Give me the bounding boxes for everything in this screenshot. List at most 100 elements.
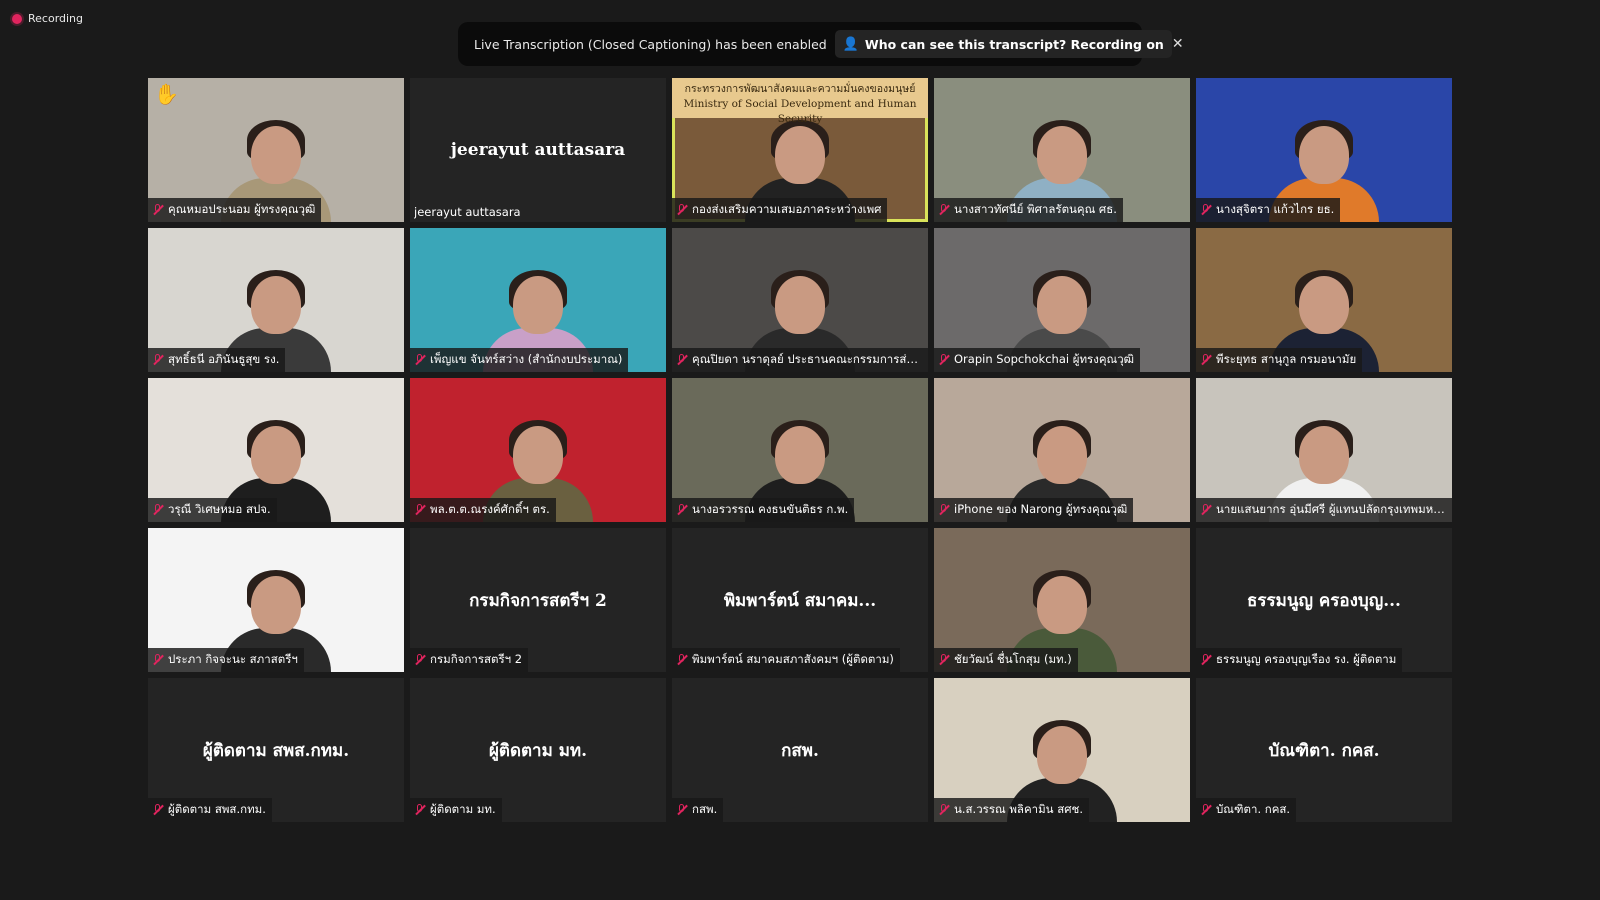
mic-muted-icon — [938, 354, 950, 366]
participant-tile[interactable]: กระทรวงการพัฒนาสังคมและความมั่นคงของมนุษ… — [672, 78, 928, 222]
participant-tile[interactable]: ผู้ติดตาม สพส.กทม. ผู้ติดตาม สพส.กทม. — [148, 678, 404, 822]
mic-muted-icon — [938, 204, 950, 216]
participant-name-text: พีระยุทธ สานุกูล กรมอนามัย — [1216, 352, 1357, 366]
participant-name-label: jeerayut auttasara — [410, 202, 527, 222]
mic-muted-icon — [414, 354, 426, 366]
participant-name-label: Orapin Sopchokchai ผู้ทรงคุณวุฒิ — [934, 348, 1141, 372]
participant-name-label: บัณฑิตา. กคส. — [1196, 798, 1297, 822]
raised-hand-icon: ✋ — [154, 82, 179, 106]
participant-name-text: พล.ต.ต.ณรงค์ศักดิ์ฯ ตร. — [430, 502, 550, 516]
participant-tile[interactable]: กรมกิจการสตรีฯ 2 กรมกิจการสตรีฯ 2 — [410, 528, 666, 672]
mic-muted-icon — [152, 654, 164, 666]
participant-tile[interactable]: iPhone ของ Narong ผู้ทรงคุณวุฒิ — [934, 378, 1190, 522]
participant-name-text: ผู้ติดตาม สพส.กทม. — [168, 802, 266, 816]
participant-tile[interactable]: พิมพาร์ตน์ สมาคม... พิมพาร์ตน์ สมาคมสภาสั… — [672, 528, 928, 672]
mic-muted-icon — [676, 504, 688, 516]
participant-tile[interactable]: นางสาวทัศนีย์ พิศาลรัตนคุณ ศธ. — [934, 78, 1190, 222]
mic-muted-icon — [938, 804, 950, 816]
participant-tile[interactable]: นางสุจิตรา แก้วไกร ยธ. — [1196, 78, 1452, 222]
participant-name-text: นางสุจิตรา แก้วไกร ยธ. — [1216, 202, 1335, 216]
participant-tile[interactable]: ✋ คุณหมอประนอม ผู้ทรงคุณวุฒิ — [148, 78, 404, 222]
participant-name-label: กองส่งเสริมความเสมอภาคระหว่างเพศ — [672, 198, 888, 222]
participant-name-text: ชัยวัฒน์ ชื่นโกสุม (มท.) — [954, 652, 1072, 666]
mic-muted-icon — [676, 204, 688, 216]
banner-message: Live Transcription (Closed Captioning) h… — [474, 36, 827, 52]
participant-tile[interactable]: พล.ต.ต.ณรงค์ศักดิ์ฯ ตร. — [410, 378, 666, 522]
participant-name-label: น.ส.วรรณ พลิคามิน สศช. — [934, 798, 1089, 822]
participant-name-label: กรมกิจการสตรีฯ 2 — [410, 648, 529, 672]
ministry-sign: กระทรวงการพัฒนาสังคมและความมั่นคงของมนุษ… — [672, 78, 928, 125]
mic-muted-icon — [414, 504, 426, 516]
participant-name-label: พีระยุทธ สานุกูล กรมอนามัย — [1196, 348, 1363, 372]
participant-tile[interactable]: นางอรวรรณ คงธนขันติธร ก.พ. — [672, 378, 928, 522]
participant-tile[interactable]: Orapin Sopchokchai ผู้ทรงคุณวุฒิ — [934, 228, 1190, 372]
transcription-banner: Live Transcription (Closed Captioning) h… — [458, 22, 1184, 66]
mic-muted-icon — [414, 654, 426, 666]
participant-tile[interactable]: วรุณี วิเศษหมอ สปจ. — [148, 378, 404, 522]
participant-name-label: วรุณี วิเศษหมอ สปจ. — [148, 498, 277, 522]
participant-name-text: วรุณี วิเศษหมอ สปจ. — [168, 502, 271, 516]
participant-tile[interactable]: นายแสนยากร อุ่นมีศรี ผู้แทนปลัดกรุงเทพมห… — [1196, 378, 1452, 522]
mic-muted-icon — [152, 504, 164, 516]
participant-name-text: กองส่งเสริมความเสมอภาคระหว่างเพศ — [692, 202, 882, 216]
mic-muted-icon — [152, 204, 164, 216]
participant-name-label: ผู้ติดตาม มท. — [410, 798, 502, 822]
mic-muted-icon — [152, 354, 164, 366]
mic-muted-icon — [938, 654, 950, 666]
mic-muted-icon — [676, 354, 688, 366]
participant-name-text: สุทธิ์ธนี อภินันธูสุข รง. — [168, 352, 280, 366]
participant-name-label: นางอรวรรณ คงธนขันติธร ก.พ. — [672, 498, 855, 522]
participant-tile[interactable]: น.ส.วรรณ พลิคามิน สศช. — [934, 678, 1190, 822]
participant-tile[interactable]: พีระยุทธ สานุกูล กรมอนามัย — [1196, 228, 1452, 372]
participant-name-text: Orapin Sopchokchai ผู้ทรงคุณวุฒิ — [954, 352, 1135, 366]
participant-name-text: ประภา กิจจะนะ สภาสตรีฯ — [168, 652, 298, 666]
recording-dot-icon — [12, 13, 22, 24]
participant-name-text: นายแสนยากร อุ่นมีศรี ผู้แทนปลัดกรุงเทพมห… — [1216, 502, 1446, 516]
participant-name-text: กรมกิจการสตรีฯ 2 — [430, 652, 523, 666]
participant-name-text: น.ส.วรรณ พลิคามิน สศช. — [954, 802, 1083, 816]
participant-tile[interactable]: ประภา กิจจะนะ สภาสตรีฯ — [148, 528, 404, 672]
participant-tile[interactable]: คุณปิยดา นราดุลย์ ประธานคณะกรรมการส่ง... — [672, 228, 928, 372]
people-icon: 👤 — [842, 36, 859, 52]
participant-name-text: ธรรมนูญ ครองบุญเรือง รง. ผู้ติดตาม — [1216, 652, 1397, 666]
participant-name-label: นางสาวทัศนีย์ พิศาลรัตนคุณ ศธ. — [934, 198, 1123, 222]
banner-close-button[interactable]: ✕ — [1172, 31, 1184, 57]
participant-name-label: ชัยวัฒน์ ชื่นโกสุม (มท.) — [934, 648, 1078, 672]
participant-name-label: พิมพาร์ตน์ สมาคมสภาสังคมฯ (ผู้ติดตาม) — [672, 648, 900, 672]
participant-name-text: บัณฑิตา. กคส. — [1216, 802, 1291, 816]
mic-muted-icon — [1200, 504, 1212, 516]
participant-name-text: นางสาวทัศนีย์ พิศาลรัตนคุณ ศธ. — [954, 202, 1117, 216]
participant-name-label: ธรรมนูญ ครองบุญเรือง รง. ผู้ติดตาม — [1196, 648, 1403, 672]
mic-muted-icon — [1200, 354, 1212, 366]
video-gallery: ✋ คุณหมอประนอม ผู้ทรงคุณวุฒิ jeerayut autt… — [148, 78, 1452, 822]
recording-label: Recording — [28, 12, 84, 25]
participant-tile[interactable]: เพ็ญแข จันทร์สว่าง (สำนักงบประมาณ) — [410, 228, 666, 372]
participant-tile[interactable]: ผู้ติดตาม มท. ผู้ติดตาม มท. — [410, 678, 666, 822]
mic-muted-icon — [938, 504, 950, 516]
participant-name-label: iPhone ของ Narong ผู้ทรงคุณวุฒิ — [934, 498, 1134, 522]
participant-name-text: พิมพาร์ตน์ สมาคมสภาสังคมฯ (ผู้ติดตาม) — [692, 652, 894, 666]
participant-tile[interactable]: ชัยวัฒน์ ชื่นโกสุม (มท.) — [934, 528, 1190, 672]
mic-muted-icon — [676, 654, 688, 666]
participant-name-text: jeerayut auttasara — [414, 205, 521, 219]
transcript-info-label: Who can see this transcript? Recording o… — [864, 36, 1164, 52]
participant-tile[interactable]: jeerayut auttasara jeerayut auttasara — [410, 78, 666, 222]
mic-muted-icon — [1200, 654, 1212, 666]
participant-tile[interactable]: กสพ. กสพ. — [672, 678, 928, 822]
participant-name-text: iPhone ของ Narong ผู้ทรงคุณวุฒิ — [954, 502, 1128, 516]
mic-muted-icon — [1200, 204, 1212, 216]
participant-name-label: กสพ. — [672, 798, 724, 822]
participant-name-label: นางสุจิตรา แก้วไกร ยธ. — [1196, 198, 1341, 222]
participant-tile[interactable]: สุทธิ์ธนี อภินันธูสุข รง. — [148, 228, 404, 372]
mic-muted-icon — [1200, 804, 1212, 816]
participant-name-label: คุณปิยดา นราดุลย์ ประธานคณะกรรมการส่ง... — [672, 348, 928, 372]
participant-name-label: คุณหมอประนอม ผู้ทรงคุณวุฒิ — [148, 198, 322, 222]
participant-name-label: สุทธิ์ธนี อภินันธูสุข รง. — [148, 348, 286, 372]
participant-tile[interactable]: ธรรมนูญ ครองบุญ... ธรรมนูญ ครองบุญเรือง ร… — [1196, 528, 1452, 672]
participant-name-label: พล.ต.ต.ณรงค์ศักดิ์ฯ ตร. — [410, 498, 556, 522]
participant-tile[interactable]: บัณฑิตา. กคส. บัณฑิตา. กคส. — [1196, 678, 1452, 822]
participant-name-text: กสพ. — [692, 802, 718, 816]
mic-muted-icon — [414, 804, 426, 816]
transcript-info-button[interactable]: 👤 Who can see this transcript? Recording… — [834, 30, 1172, 58]
participant-name-text: นางอรวรรณ คงธนขันติธร ก.พ. — [692, 502, 849, 516]
